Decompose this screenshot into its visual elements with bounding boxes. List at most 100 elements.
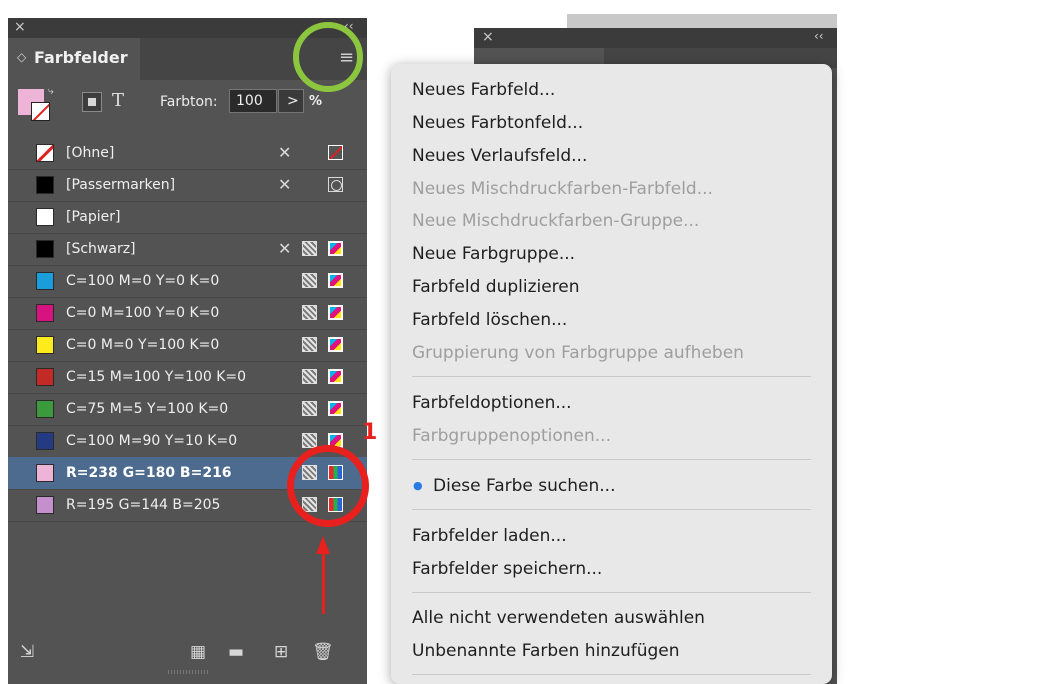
menu-item-new-swatch[interactable]: Neues Farbfeld...: [412, 80, 555, 100]
menu-item-delete-swatch[interactable]: Farbfeld löschen...: [412, 310, 567, 330]
process-color-icon: [302, 401, 317, 416]
swatch-row-cyan[interactable]: C=100 M=0 Y=0 K=0: [8, 265, 367, 298]
swatch-color-chip: [36, 176, 54, 194]
red-highlight-circle: [287, 445, 369, 527]
bullet-icon: ●: [413, 479, 423, 492]
cmyk-mode-icon: [328, 241, 343, 256]
swatch-row-black[interactable]: [Schwarz] ✕: [8, 233, 367, 266]
tint-slider-button[interactable]: >: [278, 89, 304, 113]
tab-arrows-icon: ◇: [17, 50, 27, 64]
menu-item-add-unnamed-colors[interactable]: Unbenannte Farben hinzufügen: [412, 641, 680, 661]
menu-item-ungroup-color-group: Gruppierung von Farbgruppe aufheben: [412, 343, 744, 363]
resize-grip[interactable]: [168, 670, 208, 674]
panel-title: Farbfelder: [34, 48, 128, 67]
tint-input[interactable]: 100: [229, 89, 277, 113]
menu-item-color-group-options: Farbgruppenoptionen...: [412, 426, 611, 446]
swatch-color-chip: [36, 144, 54, 162]
background-strip: [567, 14, 837, 28]
swatches-panel: × ‹‹ ◇ Farbfelder ≡ ⤷ T Farbton: 100 > %: [8, 18, 367, 684]
swatch-row-magenta[interactable]: C=0 M=100 Y=0 K=0: [8, 297, 367, 330]
process-color-icon: [302, 369, 317, 384]
panel2-title-bar: × ‹‹: [474, 28, 837, 48]
menu-item-new-mixed-ink-swatch: Neues Mischdruckfarben-Farbfeld...: [412, 179, 713, 199]
swatch-color-chip: [36, 400, 54, 418]
menu-separator: [412, 674, 811, 675]
swatch-name: [Ohne]: [66, 145, 115, 161]
close-icon[interactable]: ×: [482, 29, 494, 45]
swatch-name: C=0 M=0 Y=100 K=0: [66, 337, 220, 353]
container-format-button[interactable]: [82, 92, 102, 112]
swatch-name: C=15 M=100 Y=100 K=0: [66, 369, 247, 385]
swatch-row-paper[interactable]: [Papier]: [8, 201, 367, 234]
menu-item-new-color-group[interactable]: Neue Farbgruppe...: [412, 244, 575, 264]
menu-item-select-all-unused[interactable]: Alle nicht verwendeten auswählen: [412, 608, 705, 628]
red-arrow-shaft: [322, 552, 325, 614]
swap-fill-stroke-icon[interactable]: ⤷: [48, 86, 54, 97]
swatch-color-chip: [36, 496, 54, 514]
swatch-color-chip: [36, 464, 54, 482]
panel-flyout-menu: Neues Farbfeld... Neues Farbtonfeld... N…: [391, 64, 832, 684]
swatch-row-none[interactable]: [Ohne] ✕: [8, 137, 367, 170]
menu-item-new-gradient-swatch[interactable]: Neues Verlaufsfeld...: [412, 146, 587, 166]
swatch-color-chip: [36, 336, 54, 354]
non-editable-icon: ✕: [278, 239, 292, 258]
swatch-name: [Papier]: [66, 209, 121, 225]
process-color-icon: [302, 433, 317, 448]
view-options-icon[interactable]: ▦: [190, 642, 206, 662]
menu-item-save-swatches[interactable]: Farbfelder speichern...: [412, 559, 602, 579]
close-icon[interactable]: ×: [14, 19, 26, 35]
swatch-name: [Passermarken]: [66, 177, 176, 193]
swatch-name: C=75 M=5 Y=100 K=0: [66, 401, 229, 417]
swatch-color-chip: [36, 368, 54, 386]
menu-item-find-this-color[interactable]: Diese Farbe suchen...: [433, 476, 615, 496]
text-format-icon[interactable]: T: [112, 90, 124, 111]
swatch-name: C=100 M=0 Y=0 K=0: [66, 273, 220, 289]
menu-item-duplicate-swatch[interactable]: Farbfeld duplizieren: [412, 277, 580, 297]
trash-icon[interactable]: 🗑: [312, 642, 334, 662]
process-color-icon: [302, 241, 317, 256]
swatch-color-chip: [36, 272, 54, 290]
swatch-name: [Schwarz]: [66, 241, 136, 257]
menu-item-new-mixed-ink-group: Neue Mischdruckfarben-Gruppe...: [412, 211, 700, 231]
menu-separator: [412, 592, 811, 593]
swatch-color-chip: [36, 240, 54, 258]
menu-item-load-swatches[interactable]: Farbfelder laden...: [412, 526, 567, 546]
menu-item-swatch-options[interactable]: Farbfeldoptionen...: [412, 393, 572, 413]
menu-separator: [412, 376, 811, 377]
tab-farbfelder[interactable]: ◇ Farbfelder: [8, 38, 140, 80]
tint-label: Farbton:: [160, 94, 218, 110]
menu-separator: [412, 509, 811, 510]
annotation-number-label: 1: [362, 420, 378, 445]
process-color-icon: [302, 305, 317, 320]
collapse-icon[interactable]: ‹‹: [814, 29, 824, 43]
cmyk-mode-icon: [328, 369, 343, 384]
menu-separator: [412, 459, 811, 460]
menu-item-new-tint-swatch[interactable]: Neues Farbtonfeld...: [412, 113, 583, 133]
swatch-row-red[interactable]: C=15 M=100 Y=100 K=0: [8, 361, 367, 394]
cmyk-mode-icon: [328, 337, 343, 352]
cmyk-mode-icon: [328, 305, 343, 320]
new-swatch-icon[interactable]: ⊞: [274, 642, 288, 662]
swatch-color-chip: [36, 304, 54, 322]
swatch-row-registration[interactable]: [Passermarken] ✕: [8, 169, 367, 202]
swatch-row-green[interactable]: C=75 M=5 Y=100 K=0: [8, 393, 367, 426]
cmyk-mode-icon: [328, 273, 343, 288]
swatch-row-yellow[interactable]: C=0 M=0 Y=100 K=0: [8, 329, 367, 362]
green-highlight-circle: [293, 22, 363, 92]
red-arrow-head: [316, 536, 330, 554]
stroke-swatch[interactable]: [31, 102, 50, 121]
non-editable-icon: ✕: [278, 143, 292, 162]
swatch-color-chip: [36, 432, 54, 450]
non-editable-icon: ✕: [278, 175, 292, 194]
tint-unit: %: [309, 94, 323, 109]
swatch-name: C=100 M=90 Y=10 K=0: [66, 433, 238, 449]
process-color-icon: [302, 337, 317, 352]
import-swatch-icon[interactable]: ⇲: [20, 642, 34, 662]
none-type-icon: [328, 145, 343, 160]
process-color-icon: [302, 273, 317, 288]
swatch-name: R=195 G=144 B=205: [66, 497, 221, 513]
swatch-name: R=238 G=180 B=216: [66, 465, 232, 481]
folder-icon[interactable]: ▬: [228, 642, 244, 662]
swatch-name: C=0 M=100 Y=0 K=0: [66, 305, 220, 321]
swatch-color-chip: [36, 208, 54, 226]
